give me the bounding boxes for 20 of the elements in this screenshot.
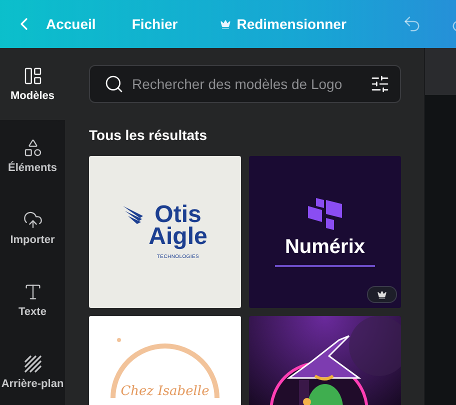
section-title: Tous les résultats [89,127,208,143]
template-tile[interactable]: Numérix [249,156,401,308]
hatch-icon [22,354,42,374]
undo-icon [402,14,422,34]
premium-badge [367,286,397,303]
shapes-icon [22,138,42,158]
blocks-icon [308,198,342,230]
search-input[interactable]: Rechercher des modèles de Logo [132,76,362,92]
crown-icon [220,18,231,30]
wing-icon [122,206,143,224]
search-field[interactable]: Rechercher des modèles de Logo [89,65,401,103]
logo-text: Numérix [284,236,366,258]
logo-text: Chez Isabelle [120,384,210,399]
filter-icon[interactable] [370,74,390,94]
logo-text: Aigle [148,226,208,248]
sidebar-item[interactable]: Modèles [0,48,65,120]
layout-icon [22,66,42,86]
cloud-upload-icon [22,210,42,230]
logo-text: Otis [154,204,202,226]
search-icon [104,74,124,94]
